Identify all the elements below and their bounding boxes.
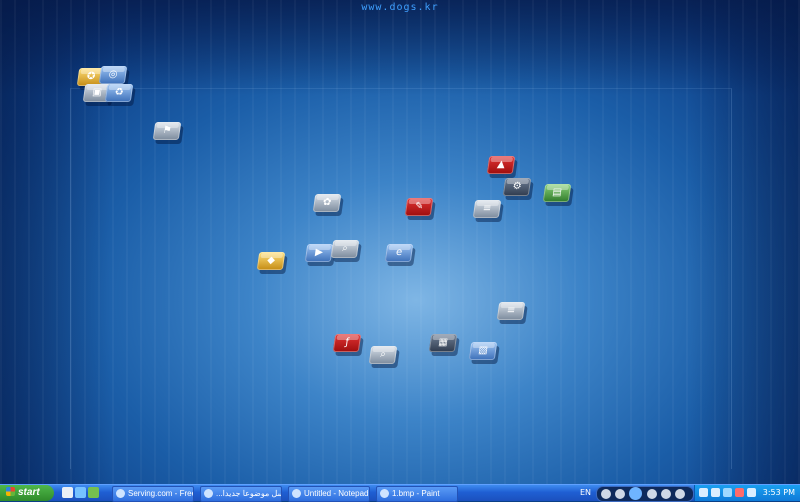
paint-cube-icon[interactable]: ◆ bbox=[256, 252, 286, 270]
internet-explorer-cube-icon[interactable]: e bbox=[384, 244, 414, 262]
photo-cube-icon[interactable]: ▧ bbox=[468, 342, 498, 360]
play-icon[interactable] bbox=[629, 487, 642, 500]
restore-icon[interactable] bbox=[675, 489, 685, 499]
quicklaunch-browser-icon[interactable] bbox=[75, 487, 86, 498]
text-file-cube-icon[interactable]: ≡ bbox=[496, 302, 526, 320]
app-cube-icon[interactable]: ▤ bbox=[542, 184, 572, 202]
notepad-cube-icon[interactable]: ≡ bbox=[472, 200, 502, 218]
tray-network-icon[interactable] bbox=[711, 488, 720, 497]
network-cube-icon[interactable]: ◎ bbox=[98, 66, 128, 84]
browser-icon bbox=[204, 489, 213, 498]
windows-logo-icon bbox=[6, 487, 15, 496]
desktop-3d-room: www.dogs.kr ✪ ◎ ▣ ♻ ⚑ ▲ ⚙ ▤ ≡ ✎ ✿ ◆ ▶ ⌕ … bbox=[0, 0, 800, 484]
room-floor-outline bbox=[70, 88, 732, 469]
start-label: start bbox=[18, 487, 40, 498]
quicklaunch-desktop-icon[interactable] bbox=[62, 487, 73, 498]
system-tray: 3:53 PM bbox=[694, 485, 800, 501]
image-cube-icon[interactable]: ▦ bbox=[428, 334, 458, 352]
tray-security-icon[interactable] bbox=[735, 488, 744, 497]
tray-messenger-icon[interactable] bbox=[723, 488, 732, 497]
volume-icon[interactable] bbox=[661, 489, 671, 499]
next-icon[interactable] bbox=[647, 489, 657, 499]
browser-icon bbox=[116, 489, 125, 498]
task-label: Untitled - Notepad bbox=[304, 489, 369, 498]
tray-volume-icon[interactable] bbox=[747, 488, 756, 497]
search2-cube-icon[interactable]: ⌕ bbox=[368, 346, 398, 364]
flash-cube-icon[interactable]: ƒ bbox=[332, 334, 362, 352]
recycle-cube-icon[interactable]: ♻ bbox=[104, 84, 134, 102]
settings-cube-icon[interactable]: ⚙ bbox=[502, 178, 532, 196]
taskbar: start Serving.com - Free i... ...ارسل مو… bbox=[0, 484, 800, 502]
language-indicator[interactable]: EN bbox=[580, 485, 591, 501]
notepad-icon bbox=[292, 489, 301, 498]
quicklaunch-app-icon[interactable] bbox=[88, 487, 99, 498]
paint-icon bbox=[380, 489, 389, 498]
stop-icon[interactable] bbox=[601, 489, 611, 499]
documents-cube-icon[interactable]: ⚑ bbox=[152, 122, 182, 140]
task-label: ...ارسل موضوعا جديدا - bbox=[216, 489, 281, 498]
search-cube-icon[interactable]: ⌕ bbox=[330, 240, 360, 258]
clock[interactable]: 3:53 PM bbox=[763, 485, 795, 501]
media-cube-icon[interactable]: ▶ bbox=[304, 244, 334, 262]
task-label: 1.bmp - Paint bbox=[392, 489, 440, 498]
watermark-text: www.dogs.kr bbox=[361, 2, 439, 13]
tray-expand-icon[interactable] bbox=[699, 488, 708, 497]
msn-cube-icon[interactable]: ✿ bbox=[312, 194, 342, 212]
start-button[interactable]: start bbox=[0, 485, 54, 501]
task-label: Serving.com - Free i... bbox=[128, 489, 193, 498]
pdf-cube-icon[interactable]: ▲ bbox=[486, 156, 516, 174]
acrobat-cube-icon[interactable]: ✎ bbox=[404, 198, 434, 216]
previous-icon[interactable] bbox=[615, 489, 625, 499]
